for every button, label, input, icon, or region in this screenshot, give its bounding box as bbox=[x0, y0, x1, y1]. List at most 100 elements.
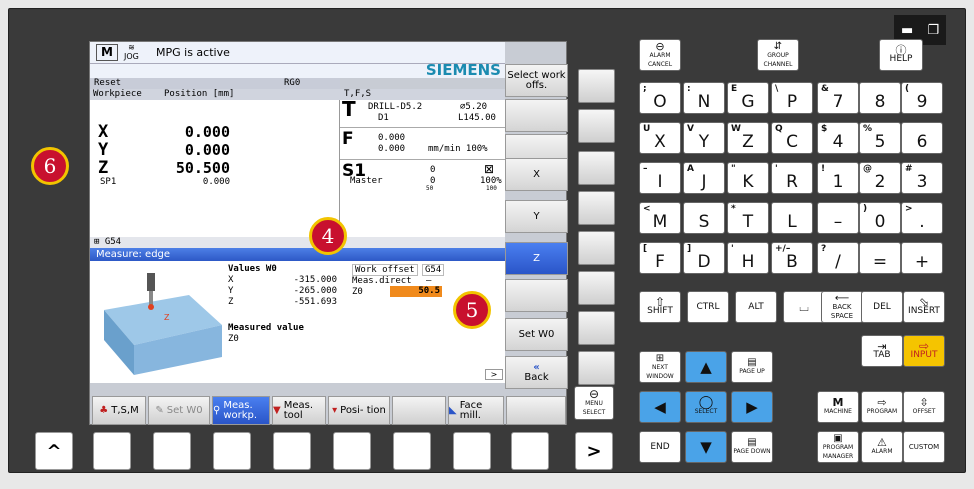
ctrl-key[interactable]: CTRL bbox=[687, 291, 729, 323]
machine-key[interactable]: M MACHINE bbox=[817, 391, 859, 423]
number-key[interactable]: = bbox=[859, 242, 901, 274]
letter-key[interactable]: \ P bbox=[771, 82, 813, 114]
number-key[interactable]: – bbox=[817, 202, 859, 234]
letter-key[interactable]: ' H bbox=[727, 242, 769, 274]
set-w0-bottom-softkey[interactable]: ✎ Set W0 bbox=[148, 396, 210, 425]
space-key[interactable]: ⌴ bbox=[783, 291, 825, 323]
number-key[interactable]: + bbox=[901, 242, 943, 274]
hw-softkey-1[interactable] bbox=[578, 69, 615, 103]
help-key[interactable]: ⓘ HELP bbox=[879, 39, 923, 71]
input-key[interactable]: ⇨ INPUT bbox=[903, 335, 945, 367]
hw-softkey-7[interactable] bbox=[578, 311, 615, 345]
hw-bottom-key-6[interactable] bbox=[393, 432, 431, 470]
page-down-key[interactable]: ▤ PAGE DOWN bbox=[731, 431, 773, 463]
hw-softkey-3[interactable] bbox=[578, 151, 615, 185]
down-arrow-key[interactable]: ▼ bbox=[685, 431, 727, 463]
hw-bottom-key-8[interactable] bbox=[511, 432, 549, 470]
letter-key[interactable]: ' R bbox=[771, 162, 813, 194]
insert-key[interactable]: ⬂ INSERT bbox=[903, 291, 945, 323]
meas-workp-softkey[interactable]: ⚲ Meas. workp. bbox=[212, 396, 270, 425]
letter-key[interactable]: – I bbox=[639, 162, 681, 194]
hw-bottom-key-1[interactable] bbox=[93, 432, 131, 470]
program-manager-key[interactable]: ▣ PROGRAM MANAGER bbox=[817, 431, 859, 463]
z0-input[interactable]: 50.5 bbox=[390, 286, 442, 297]
custom-key[interactable]: CUSTOM bbox=[903, 431, 945, 463]
hw-softkey-8[interactable] bbox=[578, 351, 615, 385]
z-softkey[interactable]: Z bbox=[505, 242, 568, 275]
hw-bottom-key-4[interactable] bbox=[273, 432, 311, 470]
alarm-key[interactable]: ⚠ ALARM bbox=[861, 431, 903, 463]
hw-softkey-4[interactable] bbox=[578, 191, 615, 225]
back-softkey[interactable]: « Back bbox=[505, 356, 568, 389]
del-key[interactable]: DEL bbox=[861, 291, 903, 323]
letter-key[interactable]: L bbox=[771, 202, 813, 234]
tab-key[interactable]: ⇥ TAB bbox=[861, 335, 903, 367]
page-up-key[interactable]: ▤ PAGE UP bbox=[731, 351, 773, 383]
set-w0-softkey[interactable]: Set W0 bbox=[505, 318, 568, 351]
backspace-key[interactable]: ⟵ BACK SPACE bbox=[821, 291, 863, 323]
up-arrow-key[interactable]: ▲ bbox=[685, 351, 727, 383]
menu-select-key[interactable]: ⊖ MENU SELECT bbox=[574, 386, 614, 420]
x-softkey[interactable]: X bbox=[505, 158, 568, 191]
hw-left-key[interactable]: ^ bbox=[35, 432, 73, 470]
next-window-key[interactable]: ⊞ NEXT WINDOW bbox=[639, 351, 681, 383]
letter-key[interactable]: UX bbox=[639, 122, 681, 154]
number-key[interactable]: 6 bbox=[901, 122, 943, 154]
hw-softkey-6[interactable] bbox=[578, 271, 615, 305]
bottom-softkey-6[interactable] bbox=[392, 396, 446, 425]
program-key[interactable]: ⇨ PROGRAM bbox=[861, 391, 903, 423]
group-channel-key[interactable]: ⇵ GROUP CHANNEL bbox=[757, 39, 799, 71]
softkey-2[interactable] bbox=[505, 99, 568, 132]
number-key[interactable]: ? / bbox=[817, 242, 859, 274]
shift-key[interactable]: ⇧ SHIFT bbox=[639, 291, 681, 323]
hw-bottom-key-3[interactable] bbox=[213, 432, 251, 470]
face-mill-softkey[interactable]: ◣ Face mill. bbox=[448, 396, 504, 425]
restore-icon[interactable]: ❐ bbox=[927, 23, 939, 38]
letter-key[interactable]: [F bbox=[639, 242, 681, 274]
hw-right-key[interactable]: > bbox=[575, 432, 613, 470]
hw-softkey-2[interactable] bbox=[578, 109, 615, 143]
select-key[interactable]: ◯ SELECT bbox=[685, 391, 727, 423]
alt-key[interactable]: ALT bbox=[735, 291, 777, 323]
scroll-right-button[interactable]: > bbox=[485, 369, 503, 380]
right-arrow-key[interactable]: ▶ bbox=[731, 391, 773, 423]
number-key[interactable]: ! 1 bbox=[817, 162, 859, 194]
number-key[interactable]: @2 bbox=[859, 162, 901, 194]
number-key[interactable]: $4 bbox=[817, 122, 859, 154]
alarm-cancel-key[interactable]: ⊖ ALARM CANCEL bbox=[639, 39, 681, 71]
letter-key[interactable]: WZ bbox=[727, 122, 769, 154]
minimize-icon[interactable]: ▬ bbox=[901, 23, 913, 38]
position-softkey[interactable]: ▾ Posi- tion bbox=[328, 396, 390, 425]
end-key[interactable]: END bbox=[639, 431, 681, 463]
number-key[interactable]: 8 bbox=[859, 82, 901, 114]
softkey-7[interactable] bbox=[505, 279, 568, 312]
letter-key[interactable]: +/– B bbox=[771, 242, 813, 274]
letter-key[interactable]: S bbox=[683, 202, 725, 234]
letter-key[interactable]: ; O bbox=[639, 82, 681, 114]
number-key[interactable]: % 5 bbox=[859, 122, 901, 154]
select-work-offs-softkey[interactable]: Select work offs. bbox=[505, 64, 568, 97]
y-softkey[interactable]: Y bbox=[505, 200, 568, 233]
work-offset-value[interactable]: G54 bbox=[422, 264, 445, 276]
number-key[interactable]: #3 bbox=[901, 162, 943, 194]
meas-tool-softkey[interactable]: ▼ Meas. tool bbox=[272, 396, 326, 425]
number-key[interactable]: >. bbox=[901, 202, 943, 234]
number-key[interactable]: (9 bbox=[901, 82, 943, 114]
tsm-softkey[interactable]: ♣ T,S,M bbox=[92, 396, 146, 425]
letter-key[interactable]: AJ bbox=[683, 162, 725, 194]
letter-key[interactable]: < M bbox=[639, 202, 681, 234]
hw-bottom-key-7[interactable] bbox=[453, 432, 491, 470]
letter-key[interactable]: ] D bbox=[683, 242, 725, 274]
bottom-softkey-8[interactable] bbox=[506, 396, 566, 425]
letter-key[interactable]: VY bbox=[683, 122, 725, 154]
hw-bottom-key-5[interactable] bbox=[333, 432, 371, 470]
number-key[interactable]: & 7 bbox=[817, 82, 859, 114]
letter-key[interactable]: " K bbox=[727, 162, 769, 194]
letter-key[interactable]: * T bbox=[727, 202, 769, 234]
number-key[interactable]: ) 0 bbox=[859, 202, 901, 234]
letter-key[interactable]: QC bbox=[771, 122, 813, 154]
letter-key[interactable]: EG bbox=[727, 82, 769, 114]
hw-bottom-key-2[interactable] bbox=[153, 432, 191, 470]
hw-softkey-5[interactable] bbox=[578, 231, 615, 265]
offset-key[interactable]: ⇳ OFFSET bbox=[903, 391, 945, 423]
